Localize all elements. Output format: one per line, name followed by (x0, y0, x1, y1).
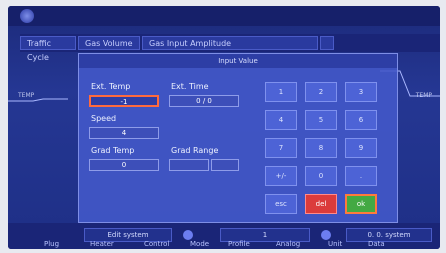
tab-gas-input-amplitude[interactable]: Gas Input Amplitude (142, 36, 318, 50)
key-decimal[interactable]: . (345, 166, 377, 186)
speed-label: Speed (91, 114, 117, 123)
grad-temp-label: Grad Temp (91, 146, 135, 155)
status-dot-icon-2 (321, 230, 331, 240)
grad-range-label: Grad Range (171, 146, 219, 155)
speed-field[interactable]: 4 (89, 127, 159, 139)
esc-button[interactable]: esc (265, 194, 297, 214)
key-2[interactable]: 2 (305, 82, 337, 102)
grad-temp-field[interactable]: 0 (89, 159, 159, 171)
top-bar (8, 6, 440, 26)
status-dot-icon (183, 230, 193, 240)
key-5[interactable]: 5 (305, 110, 337, 130)
grad-range-min-field[interactable] (169, 159, 209, 171)
app-screen: Traffic Cycle Gas Volume Gas Input Ampli… (8, 6, 440, 249)
logo-icon (20, 9, 34, 23)
right-system-button[interactable]: 0. 0. system (346, 228, 432, 242)
ext-temp-label: Ext. Temp (91, 82, 131, 91)
delete-button[interactable]: del (305, 194, 337, 214)
tab-gas-volume[interactable]: Gas Volume (78, 36, 140, 50)
bottom-item-profile[interactable]: Profile (228, 240, 250, 248)
bottom-item-data[interactable]: Data (368, 240, 385, 248)
bottom-item-analog[interactable]: Analog (276, 240, 300, 248)
bottom-item-heater[interactable]: Heater (90, 240, 114, 248)
dialog-title: Input Value (79, 54, 397, 68)
ext-time-label: Ext. Time (171, 82, 209, 91)
key-9[interactable]: 9 (345, 138, 377, 158)
key-1[interactable]: 1 (265, 82, 297, 102)
ext-time-field[interactable]: 0 / 0 (169, 95, 239, 107)
key-4[interactable]: 4 (265, 110, 297, 130)
bottom-bar: Edit system 1 0. 0. system Plug Heater C… (8, 223, 440, 249)
right-side-label: TEMP (415, 92, 432, 99)
tab-bar: Traffic Cycle Gas Volume Gas Input Ampli… (20, 34, 440, 62)
bottom-item-control[interactable]: Control (144, 240, 169, 248)
key-6[interactable]: 6 (345, 110, 377, 130)
grad-range-max-field[interactable] (211, 159, 239, 171)
key-0[interactable]: 0 (305, 166, 337, 186)
tab-traffic-cycle[interactable]: Traffic Cycle (20, 36, 76, 62)
bottom-item-unit[interactable]: Unit (328, 240, 342, 248)
key-8[interactable]: 8 (305, 138, 337, 158)
bottom-item-mode[interactable]: Mode (190, 240, 209, 248)
key-plus-minus[interactable]: +/- (265, 166, 297, 186)
bottom-item-plug[interactable]: Plug (44, 240, 59, 248)
input-value-dialog: Input Value Ext. Temp -1 Ext. Time 0 / 0… (78, 53, 398, 223)
left-trend-graph (8, 98, 68, 102)
key-3[interactable]: 3 (345, 82, 377, 102)
ext-temp-field[interactable]: -1 (89, 95, 159, 107)
ok-button[interactable]: ok (345, 194, 377, 214)
left-side-label: TEMP (18, 92, 35, 99)
tab-more[interactable] (320, 36, 334, 50)
key-7[interactable]: 7 (265, 138, 297, 158)
